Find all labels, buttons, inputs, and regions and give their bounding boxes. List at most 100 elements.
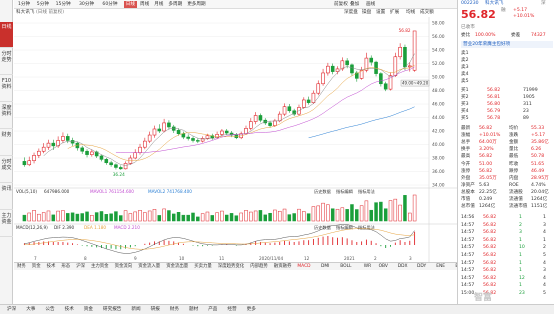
period-6[interactable]: 周线: [138, 1, 151, 8]
stat-l2: 流通股: [509, 189, 523, 195]
indicator-depth[interactable]: 深度盘: [344, 9, 358, 17]
stat-v1: 22.25亿: [479, 189, 497, 195]
toolbar-right-1[interactable]: 叠加: [348, 1, 361, 8]
volume-bar: [321, 202, 325, 222]
sell-level-label: 卖1: [461, 51, 469, 56]
period-1[interactable]: 5分钟: [35, 1, 51, 8]
indicator-settings[interactable]: 设置: [376, 9, 385, 17]
stat-l1: 外盘: [461, 175, 471, 181]
bottom-tab-4[interactable]: 沪深: [73, 263, 88, 271]
vol-header-6[interactable]: 指标用法: [358, 188, 375, 195]
bottom-tab-20[interactable]: ENE: [433, 263, 448, 271]
volume-bar: [403, 195, 407, 222]
toolbar-right-2[interactable]: 画线: [364, 1, 377, 8]
bottom-tab-19[interactable]: DDY: [414, 263, 429, 271]
volume-bar: [229, 213, 234, 222]
promo-banner[interactable]: 营业20年荣膺主包好项: [463, 41, 510, 48]
x-tick-label: 8: [84, 256, 87, 261]
volume-bar: [152, 209, 157, 222]
indicator-amount[interactable]: 成交额: [420, 9, 434, 17]
indicator-ma[interactable]: 均线: [406, 9, 415, 17]
trade-p: 56.82: [483, 283, 497, 289]
trade-t: 14:57: [461, 283, 475, 289]
period-5[interactable]: 日线: [123, 1, 137, 8]
bottom-tab-1[interactable]: 资金: [29, 263, 44, 271]
bottom-tab-17[interactable]: OBV: [376, 263, 391, 271]
period-9[interactable]: 更多周期: [185, 1, 207, 8]
bottom-tab-3[interactable]: 形态: [58, 263, 73, 271]
bottom-tab-18[interactable]: DDX: [395, 263, 411, 271]
bottom-tab-14[interactable]: DMI: [318, 263, 332, 271]
price-change-pct: +10.01%: [513, 14, 535, 19]
footer-nav: 沪深 大事 公告 技术 资金 研究报告 新闻 研报 财务 题材 产品 经营 更多: [0, 304, 554, 314]
sidebar-item-1[interactable]: 分时走势: [0, 49, 13, 75]
period-7[interactable]: 月线: [152, 1, 165, 8]
volume-bar: [75, 213, 80, 222]
sidebar-item-2[interactable]: F10资料: [0, 76, 13, 102]
period-0[interactable]: 1分钟: [16, 1, 32, 8]
sidebar-item-5[interactable]: 分时成交: [0, 157, 13, 183]
candle-body: [220, 130, 224, 135]
vol-header-5[interactable]: 指标编辑: [336, 188, 353, 195]
bottom-tab-15[interactable]: BOLL: [337, 263, 354, 271]
volume-bar: [326, 204, 330, 222]
sidebar-item-4[interactable]: 财务: [0, 130, 13, 156]
bottom-tab-13[interactable]: MACD: [294, 263, 313, 271]
bottom-tab-5[interactable]: 主力资金: [88, 263, 112, 271]
sidebar-item-7[interactable]: 主力资金: [0, 211, 13, 237]
stat-l1: 总市值: [461, 204, 475, 210]
buy-v: 311: [523, 102, 532, 107]
volume-bar: [340, 207, 345, 222]
indicator-expand[interactable]: 扩展: [390, 9, 399, 17]
volume-bar: [176, 212, 181, 222]
trade-p: 56.82: [483, 268, 497, 274]
x-tick-label: 10: [179, 256, 185, 261]
indicator-operate[interactable]: 操盘: [362, 9, 371, 17]
trade-v: 10: [519, 245, 525, 251]
bottom-tab-9[interactable]: 买卖力量: [191, 263, 215, 271]
candle-body: [80, 147, 85, 152]
kline-chart[interactable]: 58.00 56.00 54.00 52.00 50.00 48.00 46.00 44.00…: [14, 17, 457, 262]
stat-l1: 最新: [461, 126, 471, 131]
candle-body: [407, 65, 412, 68]
bottom-tab-2[interactable]: 技术: [44, 263, 59, 271]
bottom-tab-16[interactable]: WR: [361, 263, 374, 271]
sell-level-label: 卖3: [461, 65, 469, 70]
vol-header-1: 647986.000: [44, 189, 70, 194]
sidebar-item-6[interactable]: 资讯: [0, 184, 13, 210]
bottom-tab-12[interactable]: 融资融券: [271, 263, 295, 271]
buy-lbl: 买1: [461, 88, 469, 93]
volume-bar: [379, 201, 383, 222]
sidebar-item-3[interactable]: 深度资料: [0, 103, 13, 129]
candle-body: [369, 57, 374, 63]
sell-level-3: 卖2: [461, 57, 553, 64]
volume-bar: [32, 210, 36, 222]
candle-body: [37, 150, 41, 156]
sell-level-0: 卖5: [461, 78, 553, 85]
stat-v1: 56.82: [479, 154, 493, 160]
stat-row-10: 市值 0.249 流通值 1264亿: [461, 196, 553, 203]
macd-header-4[interactable]: 历史数据: [314, 224, 331, 231]
bottom-tab-0[interactable]: 财务: [14, 263, 29, 271]
stock-name: 科大讯飞: [485, 1, 504, 6]
sell-level-4: 卖1: [461, 50, 553, 57]
period-2[interactable]: 15分钟: [54, 1, 73, 8]
period-8[interactable]: 多周期: [166, 1, 184, 8]
trade-v: 1: [519, 268, 522, 274]
period-4[interactable]: 60分钟: [100, 1, 119, 8]
candle-body: [350, 64, 354, 74]
volume-bar: [157, 215, 162, 222]
bottom-tab-8[interactable]: 资金流出量: [163, 263, 191, 271]
stat-l2: 流通值: [509, 197, 523, 202]
trade-n: 4: [543, 260, 546, 266]
sidebar-item-0[interactable]: 日线: [0, 22, 13, 48]
volume-bar: [297, 208, 301, 222]
bottom-tab-6[interactable]: 资金流向: [112, 263, 136, 271]
vol-header-4[interactable]: 历史数据: [314, 188, 331, 195]
volume-bar: [162, 208, 166, 222]
period-3[interactable]: 30分钟: [77, 1, 96, 8]
bottom-tab-11[interactable]: 内部趋势: [247, 263, 271, 271]
bottom-tab-10[interactable]: 深度趋势变化: [215, 263, 247, 271]
volume-bar: [273, 209, 277, 222]
bottom-tab-7[interactable]: 资金流入量: [135, 263, 163, 271]
